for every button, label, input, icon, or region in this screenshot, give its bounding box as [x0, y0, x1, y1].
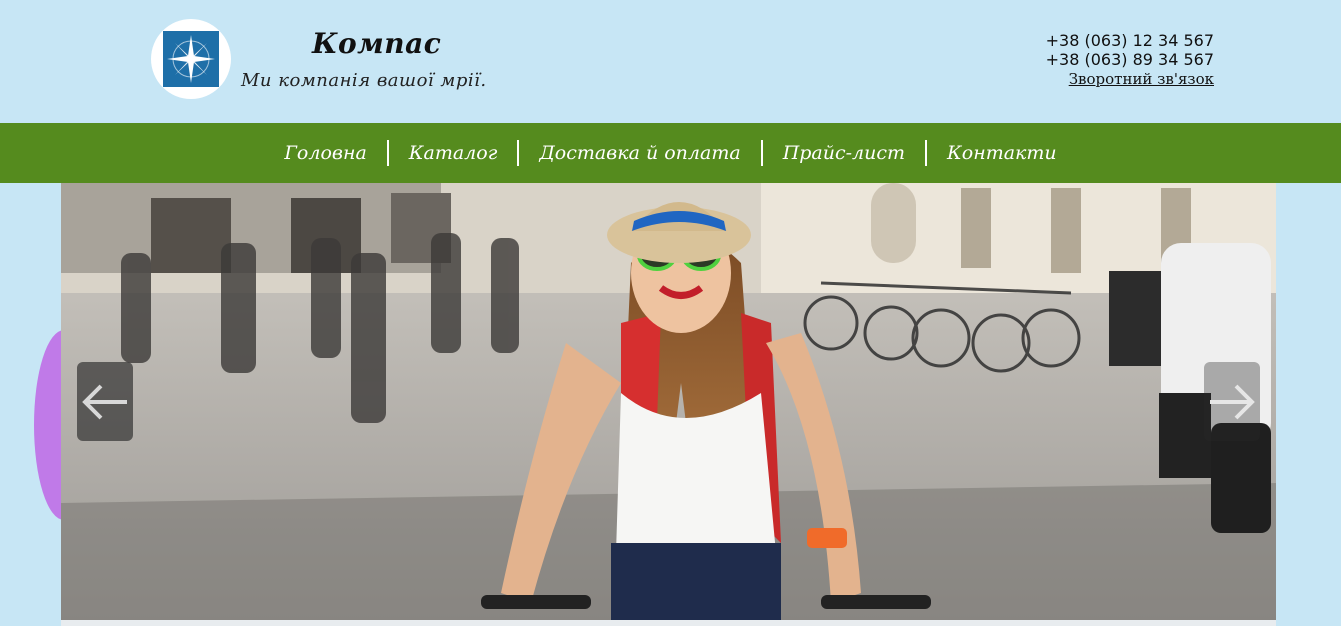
slider-prev-button[interactable]	[77, 362, 133, 441]
hero-slider[interactable]	[61, 183, 1276, 620]
nav-item-delivery-payment[interactable]: Доставка й оплата	[519, 142, 760, 164]
nav-item-contacts[interactable]: Контакти	[927, 142, 1077, 164]
slider-next-button[interactable]	[1204, 362, 1260, 441]
nav-item-home[interactable]: Головна	[264, 142, 386, 164]
compass-rose-icon	[163, 31, 219, 87]
phone-number-1: +38 (063) 12 34 567	[1045, 31, 1214, 50]
next-section-edge	[61, 620, 1276, 626]
site-header: Компас Ми компанія вашої мрії. +38 (063)…	[0, 0, 1341, 123]
nav-item-catalog[interactable]: Каталог	[389, 142, 518, 164]
hero-photo	[61, 183, 1276, 620]
logo[interactable]	[151, 19, 231, 99]
phone-number-2: +38 (063) 89 34 567	[1045, 50, 1214, 69]
feedback-link[interactable]: Зворотний зв'язок	[1069, 70, 1214, 89]
brand-tagline: Ми компанія вашої мрії.	[241, 70, 487, 91]
contact-block: +38 (063) 12 34 567 +38 (063) 89 34 567 …	[1046, 31, 1214, 89]
arrow-left-icon	[82, 384, 127, 420]
brand-title: Компас	[312, 27, 442, 60]
nav-item-price-list[interactable]: Прайс-лист	[763, 142, 925, 164]
arrow-right-icon	[1210, 384, 1255, 420]
main-navigation: Головна Каталог Доставка й оплата Прайс-…	[0, 123, 1341, 183]
